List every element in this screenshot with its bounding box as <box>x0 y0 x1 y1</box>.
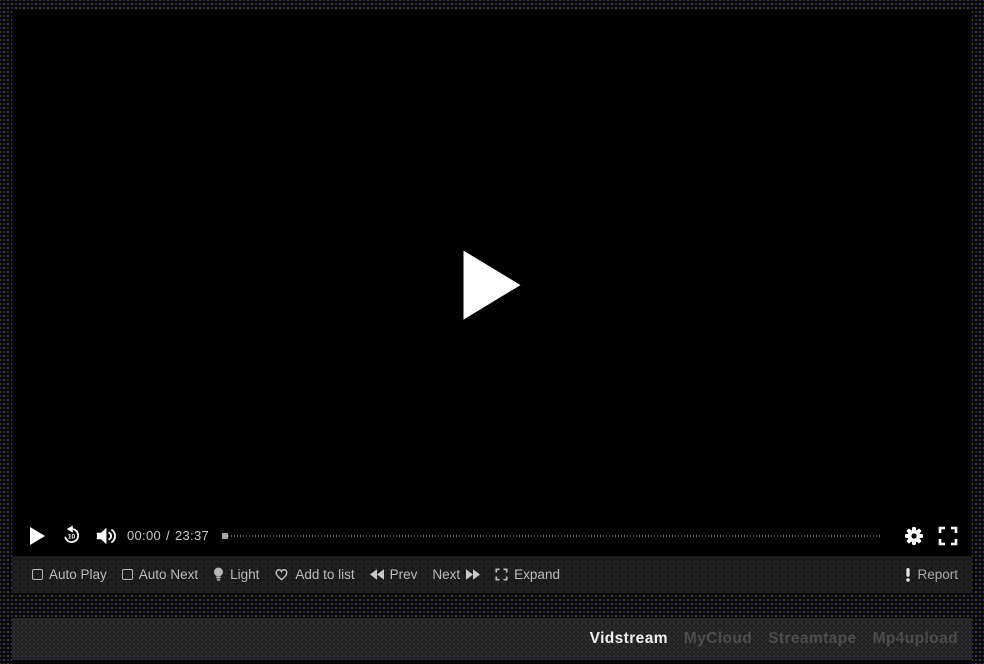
report-button[interactable]: Report <box>905 568 958 582</box>
player-toolbar: Auto Play Auto Next Light Add to list <box>12 556 972 593</box>
expand-button[interactable]: Expand <box>495 568 560 582</box>
volume-icon <box>95 526 117 546</box>
next-label: Next <box>432 568 460 582</box>
exclamation-icon <box>905 568 911 582</box>
server-tab-mycloud[interactable]: MyCloud <box>684 631 752 651</box>
time-separator: / <box>166 528 170 543</box>
settings-button[interactable] <box>904 526 924 546</box>
video-player[interactable]: 10 00:00 / 23:37 <box>12 10 972 556</box>
servers-panel: Vidstream MyCloud Streamtape Mp4upload <box>12 618 972 664</box>
svg-text:10: 10 <box>68 534 76 541</box>
auto-next-label: Auto Next <box>139 568 198 582</box>
prev-label: Prev <box>390 568 418 582</box>
light-label: Light <box>230 568 259 582</box>
volume-button[interactable] <box>95 526 117 546</box>
checkbox-icon <box>32 569 43 580</box>
server-tab-streamtape[interactable]: Streamtape <box>768 631 856 651</box>
auto-play-toggle[interactable]: Auto Play <box>32 568 107 582</box>
report-label: Report <box>917 568 958 582</box>
big-play-button[interactable] <box>464 251 521 320</box>
play-icon <box>464 251 521 320</box>
expand-icon <box>495 568 508 581</box>
prev-episode-button[interactable]: Prev <box>370 568 418 582</box>
auto-play-label: Auto Play <box>49 568 107 582</box>
rewind-10-icon: 10 <box>61 525 82 546</box>
server-tab-vidstream[interactable]: Vidstream <box>590 631 668 651</box>
next-episode-button[interactable]: Next <box>432 568 480 582</box>
add-to-list-label: Add to list <box>295 568 354 582</box>
add-to-list-button[interactable]: Add to list <box>274 568 354 582</box>
play-icon <box>30 527 45 545</box>
heart-icon <box>274 568 289 581</box>
next-icon <box>466 569 480 580</box>
time-current: 00:00 <box>127 528 161 543</box>
prev-icon <box>370 569 384 580</box>
checkbox-icon <box>122 569 133 580</box>
expand-label: Expand <box>514 568 560 582</box>
server-tab-mp4upload[interactable]: Mp4upload <box>873 631 958 651</box>
lightbulb-icon <box>213 567 224 582</box>
fullscreen-button[interactable] <box>938 526 958 546</box>
time-duration: 23:37 <box>175 528 209 543</box>
player-controls: 10 00:00 / 23:37 <box>12 515 972 556</box>
light-toggle[interactable]: Light <box>213 567 259 582</box>
seek-bar[interactable] <box>222 535 880 537</box>
gear-icon <box>904 526 924 546</box>
play-button[interactable] <box>30 527 45 545</box>
playhead[interactable] <box>222 533 228 539</box>
auto-next-toggle[interactable]: Auto Next <box>122 568 198 582</box>
rewind-10-button[interactable]: 10 <box>61 525 82 546</box>
time-display: 00:00 / 23:37 <box>127 528 209 543</box>
fullscreen-icon <box>938 526 958 546</box>
panel-bottom-edge <box>12 660 972 664</box>
